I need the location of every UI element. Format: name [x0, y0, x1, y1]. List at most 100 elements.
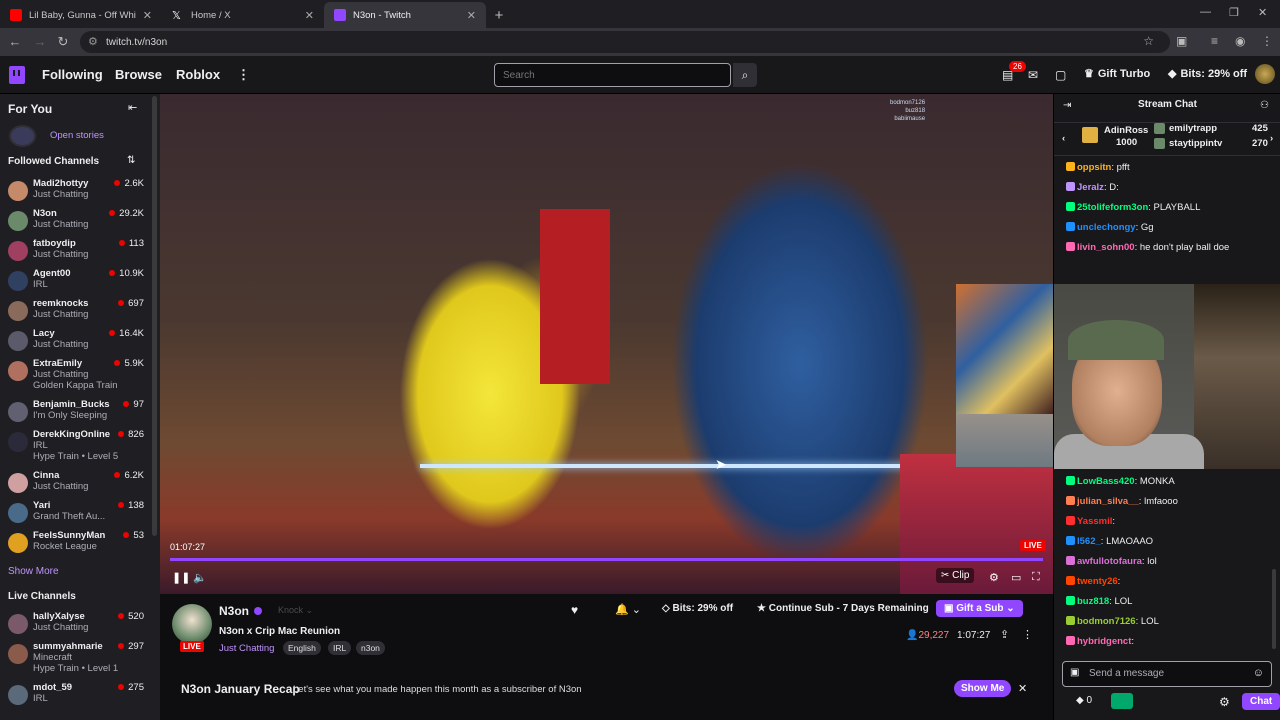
- sidebar-channel-yari[interactable]: Yari Grand Theft Au... 138: [6, 500, 146, 530]
- get-bits-button[interactable]: ◆ Bits: 29% off: [1168, 67, 1247, 80]
- tag[interactable]: n3on: [356, 641, 385, 655]
- chat-username[interactable]: julian_silva__: [1077, 496, 1139, 507]
- sidebar-channel-reemknocks[interactable]: reemknocks Just Chatting 697: [6, 298, 146, 328]
- pause-icon[interactable]: ❚❚: [172, 571, 190, 584]
- media-icon[interactable]: ≡: [1211, 34, 1218, 48]
- extensions-icon[interactable]: ▣: [1176, 34, 1187, 48]
- browser-tab-twitch[interactable]: N3on - Twitch ✕: [324, 2, 486, 28]
- chat-input[interactable]: ▣ Send a message ☺: [1062, 661, 1272, 687]
- chat-username[interactable]: unclechongy: [1077, 222, 1136, 233]
- chat-username[interactable]: oppsitn: [1077, 162, 1111, 173]
- tag[interactable]: IRL: [328, 641, 352, 655]
- chat-username[interactable]: Jeralz: [1077, 182, 1104, 193]
- show-more-link[interactable]: Show More: [8, 566, 59, 577]
- sidebar-channel-lacy[interactable]: Lacy Just Chatting 16.4K: [6, 328, 146, 358]
- sidebar-scrollbar[interactable]: [152, 96, 157, 536]
- search-input[interactable]: [494, 63, 731, 87]
- maximize-icon[interactable]: ❐: [1229, 6, 1239, 19]
- chat-username[interactable]: buz818: [1077, 596, 1109, 607]
- chat-username[interactable]: awfullotofaura: [1077, 556, 1142, 567]
- bits-balance[interactable]: ◆ 0: [1076, 695, 1092, 706]
- more-options-icon[interactable]: ⋮: [1022, 628, 1033, 641]
- collapse-chat-icon[interactable]: ⇥: [1063, 100, 1071, 111]
- sidebar-channel-cinna[interactable]: Cinna Just Chatting 6.2K: [6, 470, 146, 500]
- user-avatar[interactable]: [1255, 64, 1275, 84]
- sidebar-channel-mdot-59[interactable]: mdot_59 IRL 275: [6, 682, 146, 712]
- sidebar-channel-derekkingonline[interactable]: DerekKingOnline IRL 826 Hype Train • Level …: [6, 429, 146, 462]
- clip-button[interactable]: ✂ Clip: [936, 568, 975, 583]
- sidebar-channel-extraemily[interactable]: ExtraEmily Just Chatting 5.9K Golden Kappa …: [6, 358, 146, 391]
- nav-roblox[interactable]: Roblox: [176, 67, 220, 82]
- new-tab-button[interactable]: +: [486, 2, 512, 28]
- theatre-mode-icon[interactable]: ▭: [1011, 571, 1021, 584]
- window-close-icon[interactable]: ✕: [1258, 6, 1267, 19]
- search-button[interactable]: ⌕: [733, 63, 757, 87]
- share-icon[interactable]: ⇪: [1000, 628, 1009, 641]
- sidebar-channel-fatboydip[interactable]: fatboydip Just Chatting 113: [6, 238, 146, 268]
- chat-username[interactable]: Yassmil: [1077, 516, 1112, 527]
- chat-username[interactable]: LowBass420: [1077, 476, 1135, 487]
- twitch-logo-icon[interactable]: [9, 66, 25, 84]
- more-menu-icon[interactable]: ⋮: [237, 67, 250, 83]
- follow-heart-icon[interactable]: ♥: [571, 603, 578, 617]
- fullscreen-icon[interactable]: ⛶: [1032, 571, 1040, 584]
- chevron-left-icon[interactable]: ‹: [1062, 133, 1065, 144]
- volume-icon[interactable]: 🔈: [193, 571, 207, 584]
- chat-settings-icon[interactable]: ⚙: [1219, 695, 1230, 709]
- chat-username[interactable]: bodmon7126: [1077, 616, 1136, 627]
- emote-picker-icon[interactable]: ☺: [1253, 667, 1264, 679]
- back-icon[interactable]: ←: [3, 34, 27, 49]
- stories-icon[interactable]: [9, 125, 36, 147]
- bookmark-star-icon[interactable]: ☆: [1143, 34, 1154, 48]
- continue-sub-button[interactable]: ★ Continue Sub - 7 Days Remaining: [757, 603, 929, 614]
- open-stories-link[interactable]: Open stories: [50, 130, 104, 141]
- seek-bar[interactable]: [170, 558, 1043, 561]
- chevron-right-icon[interactable]: ›: [1270, 133, 1273, 144]
- close-icon[interactable]: ✕: [143, 9, 152, 22]
- site-info-icon[interactable]: ⚙: [88, 35, 98, 48]
- category-link[interactable]: Just Chatting: [219, 643, 274, 654]
- knock-button[interactable]: Knock ⌄: [278, 605, 313, 616]
- channel-points-icon[interactable]: [1111, 693, 1133, 709]
- chat-username[interactable]: hybridgenct: [1077, 636, 1131, 647]
- chat-send-button[interactable]: Chat: [1242, 693, 1280, 710]
- channel-name[interactable]: N3on: [219, 604, 249, 618]
- channel-avatar[interactable]: [172, 604, 212, 644]
- gift-turbo-button[interactable]: ♛ Gift Turbo: [1084, 67, 1150, 80]
- forward-icon[interactable]: →: [28, 34, 52, 49]
- sort-icon[interactable]: ⇅: [127, 155, 135, 166]
- collapse-sidebar-icon[interactable]: ⇤: [128, 101, 137, 114]
- minimize-icon[interactable]: —: [1200, 6, 1211, 18]
- notification-bell-icon[interactable]: 🔔 ⌄: [615, 603, 641, 616]
- bits-button[interactable]: ◇ Bits: 29% off: [662, 603, 733, 614]
- browser-menu-icon[interactable]: ⋮: [1261, 34, 1273, 48]
- activity-icon[interactable]: ▢: [1055, 68, 1066, 82]
- sidebar-channel-madi2hottyy[interactable]: Madi2hottyy Just Chatting 2.6K: [6, 178, 146, 208]
- sidebar-channel-n3on[interactable]: N3on Just Chatting 29.2K: [6, 208, 146, 238]
- gift-sub-button[interactable]: ▣ Gift a Sub ⌄: [936, 600, 1023, 617]
- whispers-icon[interactable]: ✉: [1028, 68, 1038, 82]
- close-icon[interactable]: ✕: [305, 9, 314, 22]
- chat-username[interactable]: livin_sohn00: [1077, 242, 1135, 253]
- close-icon[interactable]: ✕: [1018, 682, 1027, 695]
- community-icon[interactable]: ⚇: [1260, 100, 1269, 111]
- chat-scrollbar[interactable]: [1272, 569, 1276, 649]
- sidebar-channel-feelssunnyman[interactable]: FeelsSunnyMan Rocket League 53: [6, 530, 146, 560]
- reload-icon[interactable]: ↻: [51, 34, 75, 50]
- tag[interactable]: English: [283, 641, 321, 655]
- settings-icon[interactable]: ⚙: [989, 571, 999, 584]
- show-me-button[interactable]: Show Me: [954, 680, 1012, 697]
- chat-username[interactable]: twenty26: [1077, 576, 1118, 587]
- video-player[interactable]: bodmon7126 buz818 babiimause ➤ 01:07:27 …: [160, 94, 1053, 594]
- sidebar-channel-summyahmarie[interactable]: summyahmarie Minecraft 297 Hype Train • Lev…: [6, 641, 146, 674]
- sidebar-channel-benjamin-bucks[interactable]: Benjamin_Bucks I'm Only Sleeping 97: [6, 399, 146, 429]
- sidebar-channel-hallyxalyse[interactable]: hallyXalyse Just Chatting 520: [6, 611, 146, 641]
- nav-following[interactable]: Following: [42, 67, 103, 82]
- close-icon[interactable]: ✕: [467, 9, 476, 22]
- browser-tab-youtube[interactable]: Lil Baby, Gunna - Off White VL ✕: [0, 2, 162, 28]
- nav-browse[interactable]: Browse: [115, 67, 162, 82]
- url-field[interactable]: ⚙ twitch.tv/n3on ☆: [80, 31, 1170, 53]
- chat-username[interactable]: l562_: [1077, 536, 1101, 547]
- profile-icon[interactable]: ◉: [1235, 34, 1245, 48]
- sidebar-channel-agent00[interactable]: Agent00 IRL 10.9K: [6, 268, 146, 298]
